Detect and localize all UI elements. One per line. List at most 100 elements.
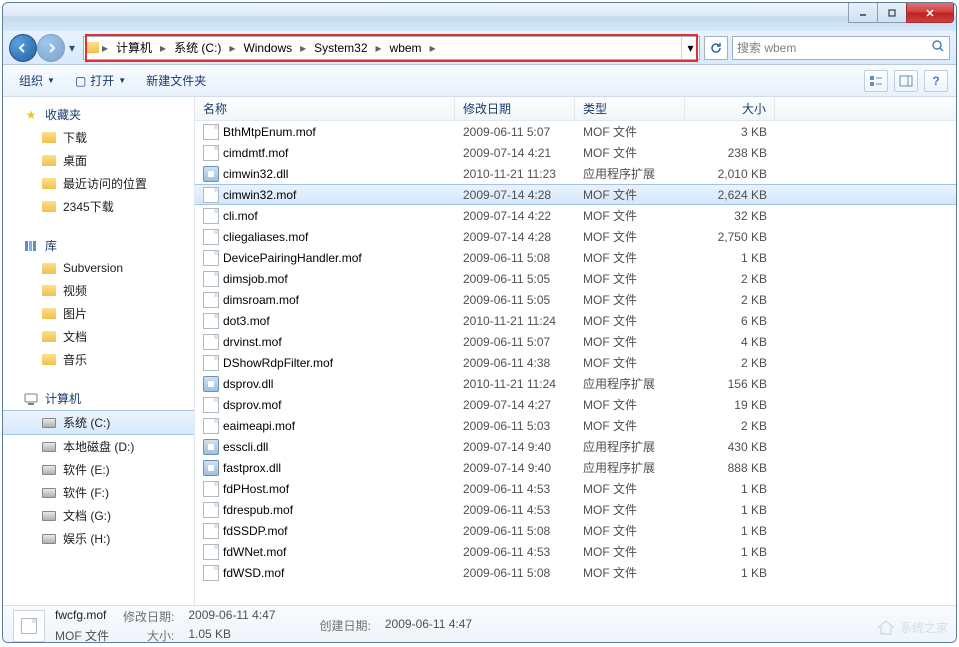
nav-item[interactable]: Subversion	[3, 257, 194, 279]
preview-pane-button[interactable]	[894, 70, 918, 92]
document-icon	[203, 208, 219, 224]
nav-item-label: 娱乐 (H:)	[63, 530, 110, 547]
nav-item[interactable]: 系统 (C:)	[3, 410, 194, 435]
nav-item[interactable]: 软件 (F:)	[3, 481, 194, 504]
nav-item[interactable]: 2345下载	[3, 195, 194, 218]
file-type: MOF 文件	[575, 417, 685, 434]
open-button[interactable]: ▢ 打开 ▼	[67, 68, 134, 93]
chevron-right-icon[interactable]: ▸	[428, 41, 438, 55]
file-row[interactable]: fdWSD.mof 2009-06-11 5:08 MOF 文件 1 KB	[195, 562, 956, 583]
file-row[interactable]: eaimeapi.mof 2009-06-11 5:03 MOF 文件 2 KB	[195, 415, 956, 436]
title-bar[interactable]	[3, 3, 956, 31]
file-list[interactable]: BthMtpEnum.mof 2009-06-11 5:07 MOF 文件 3 …	[195, 121, 956, 605]
search-icon[interactable]	[931, 39, 945, 56]
chevron-right-icon[interactable]: ▸	[374, 41, 384, 55]
nav-group-header[interactable]: ★收藏夹	[3, 103, 194, 126]
column-date[interactable]: 修改日期	[455, 97, 575, 120]
file-row[interactable]: dot3.mof 2010-11-21 11:24 MOF 文件 6 KB	[195, 310, 956, 331]
file-name: dimsjob.mof	[223, 272, 288, 286]
file-row[interactable]: fdrespub.mof 2009-06-11 4:53 MOF 文件 1 KB	[195, 499, 956, 520]
file-row[interactable]: cli.mof 2009-07-14 4:22 MOF 文件 32 KB	[195, 205, 956, 226]
breadcrumb-segment[interactable]: wbem	[384, 37, 428, 59]
nav-history-dropdown[interactable]: ▾	[65, 34, 79, 62]
file-type: 应用程序扩展	[575, 165, 685, 182]
nav-item[interactable]: 本地磁盘 (D:)	[3, 435, 194, 458]
new-folder-button[interactable]: 新建文件夹	[138, 68, 214, 93]
chevron-right-icon[interactable]: ▸	[158, 41, 168, 55]
nav-item[interactable]: 图片	[3, 302, 194, 325]
file-row[interactable]: BthMtpEnum.mof 2009-06-11 5:07 MOF 文件 3 …	[195, 121, 956, 142]
file-name: cimwin32.dll	[223, 167, 288, 181]
file-row[interactable]: dimsroam.mof 2009-06-11 5:05 MOF 文件 2 KB	[195, 289, 956, 310]
nav-item-label: 软件 (E:)	[63, 461, 110, 478]
file-size: 4 KB	[685, 335, 775, 349]
search-input[interactable]: 搜索 wbem	[732, 36, 950, 60]
chevron-right-icon[interactable]: ▸	[298, 41, 308, 55]
column-name[interactable]: 名称	[195, 97, 455, 120]
file-date: 2009-07-14 4:28	[455, 188, 575, 202]
refresh-button[interactable]	[704, 36, 728, 60]
forward-button[interactable]	[37, 34, 65, 62]
file-row[interactable]: fastprox.dll 2009-07-14 9:40 应用程序扩展 888 …	[195, 457, 956, 478]
breadcrumb-segment[interactable]: Windows	[237, 37, 298, 59]
file-name: cimwin32.mof	[223, 188, 296, 202]
nav-item[interactable]: 文档	[3, 325, 194, 348]
file-row[interactable]: dimsjob.mof 2009-06-11 5:05 MOF 文件 2 KB	[195, 268, 956, 289]
file-row[interactable]: dsprov.dll 2010-11-21 11:24 应用程序扩展 156 K…	[195, 373, 956, 394]
file-row[interactable]: cliegaliases.mof 2009-07-14 4:28 MOF 文件 …	[195, 226, 956, 247]
address-box[interactable]: ▸ 计算机▸系统 (C:)▸Windows▸System32▸wbem▸ ▾	[83, 36, 700, 60]
column-size[interactable]: 大小	[685, 97, 775, 120]
file-row[interactable]: DShowRdpFilter.mof 2009-06-11 4:38 MOF 文…	[195, 352, 956, 373]
maximize-button[interactable]	[877, 3, 907, 23]
breadcrumb-segment[interactable]: 系统 (C:)	[168, 37, 227, 59]
file-size: 3 KB	[685, 125, 775, 139]
minimize-button[interactable]	[848, 3, 878, 23]
chevron-down-icon: ▼	[47, 76, 55, 85]
file-size: 32 KB	[685, 209, 775, 223]
file-row[interactable]: cimwin32.mof 2009-07-14 4:28 MOF 文件 2,62…	[195, 184, 956, 205]
help-button[interactable]: ?	[924, 70, 948, 92]
organize-button[interactable]: 组织 ▼	[11, 68, 63, 93]
nav-item[interactable]: 娱乐 (H:)	[3, 527, 194, 550]
file-row[interactable]: dsprov.mof 2009-07-14 4:27 MOF 文件 19 KB	[195, 394, 956, 415]
nav-item[interactable]: 文档 (G:)	[3, 504, 194, 527]
nav-item[interactable]: 软件 (E:)	[3, 458, 194, 481]
close-button[interactable]	[906, 3, 954, 23]
file-name: fdPHost.mof	[223, 482, 289, 496]
breadcrumb: ▸ 计算机▸系统 (C:)▸Windows▸System32▸wbem▸	[84, 37, 681, 59]
nav-item[interactable]: 最近访问的位置	[3, 172, 194, 195]
file-row[interactable]: drvinst.mof 2009-06-11 5:07 MOF 文件 4 KB	[195, 331, 956, 352]
navigation-pane: ★收藏夹下载桌面最近访问的位置2345下载 库Subversion视频图片文档音…	[3, 97, 195, 605]
file-row[interactable]: DevicePairingHandler.mof 2009-06-11 5:08…	[195, 247, 956, 268]
file-name: cli.mof	[223, 209, 258, 223]
nav-item[interactable]: 桌面	[3, 149, 194, 172]
document-icon	[203, 544, 219, 560]
nav-item[interactable]: 下载	[3, 126, 194, 149]
breadcrumb-segment[interactable]: 计算机	[110, 37, 158, 59]
file-row[interactable]: cimwin32.dll 2010-11-21 11:23 应用程序扩展 2,0…	[195, 163, 956, 184]
file-date: 2009-06-11 5:03	[455, 419, 575, 433]
column-type[interactable]: 类型	[575, 97, 685, 120]
view-mode-button[interactable]	[864, 70, 888, 92]
nav-group-header[interactable]: 计算机	[3, 387, 194, 410]
chevron-right-icon[interactable]: ▸	[227, 41, 237, 55]
nav-item[interactable]: 音乐	[3, 348, 194, 371]
nav-item[interactable]: 视频	[3, 279, 194, 302]
back-button[interactable]	[9, 34, 37, 62]
file-size: 156 KB	[685, 377, 775, 391]
address-dropdown[interactable]: ▾	[681, 37, 699, 59]
chevron-right-icon[interactable]: ▸	[100, 41, 110, 55]
file-row[interactable]: fdPHost.mof 2009-06-11 4:53 MOF 文件 1 KB	[195, 478, 956, 499]
file-type: MOF 文件	[575, 228, 685, 245]
file-type: MOF 文件	[575, 396, 685, 413]
file-row[interactable]: fdSSDP.mof 2009-06-11 5:08 MOF 文件 1 KB	[195, 520, 956, 541]
file-type: MOF 文件	[575, 291, 685, 308]
file-date: 2010-11-21 11:24	[455, 377, 575, 391]
file-row[interactable]: fdWNet.mof 2009-06-11 4:53 MOF 文件 1 KB	[195, 541, 956, 562]
nav-group-header[interactable]: 库	[3, 234, 194, 257]
file-row[interactable]: esscli.dll 2009-07-14 9:40 应用程序扩展 430 KB	[195, 436, 956, 457]
file-size: 2,624 KB	[685, 188, 775, 202]
breadcrumb-segment[interactable]: System32	[308, 37, 373, 59]
file-row[interactable]: cimdmtf.mof 2009-07-14 4:21 MOF 文件 238 K…	[195, 142, 956, 163]
nav-item-label: 文档 (G:)	[63, 507, 111, 524]
